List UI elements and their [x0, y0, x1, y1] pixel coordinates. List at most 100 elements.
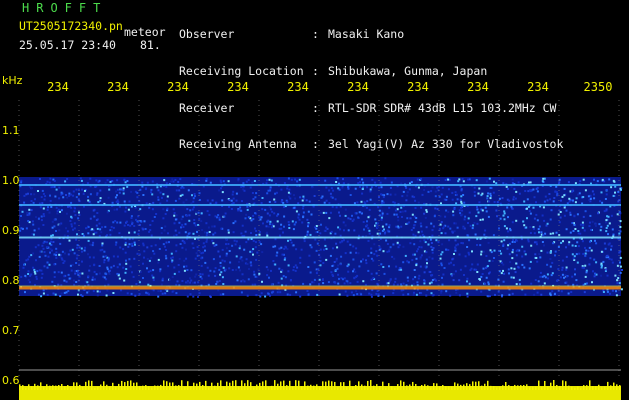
noise-speck [533, 217, 536, 220]
noise-speck [431, 248, 434, 251]
noise-speck [229, 261, 232, 264]
noise-speck [131, 271, 133, 274]
noise-speck [86, 291, 89, 294]
noise-speck [70, 201, 73, 204]
noise-speck [160, 227, 163, 229]
noise-speck [269, 189, 272, 192]
noise-speck [379, 232, 382, 235]
noise-speck [310, 213, 313, 216]
noise-speck [68, 194, 71, 197]
noise-speck [501, 197, 504, 200]
noise-speck [46, 208, 49, 211]
noise-speck [331, 205, 334, 208]
noise-speck [160, 232, 163, 235]
noise-speck [41, 189, 44, 192]
x-tick-label: 234 [47, 80, 69, 94]
noise-speck [406, 194, 409, 197]
noise-speck [200, 212, 203, 215]
noise-speck [420, 206, 423, 209]
noise-speck [616, 264, 619, 267]
noise-speck [411, 259, 414, 262]
noise-speck [440, 291, 443, 294]
noise-speck [20, 215, 22, 217]
y-tick-label: 0.8 [2, 274, 20, 287]
noise-speck [119, 221, 122, 224]
noise-speck [292, 244, 295, 247]
activity-spike [112, 382, 114, 390]
noise-speck [430, 222, 433, 225]
noise-speck [526, 217, 528, 220]
activity-spike [493, 386, 495, 390]
noise-speck [206, 210, 209, 213]
noise-speck [302, 211, 305, 214]
noise-speck [385, 239, 388, 242]
noise-speck [146, 181, 149, 184]
noise-speck [114, 196, 117, 199]
noise-speck [383, 272, 386, 275]
noise-speck [250, 219, 253, 222]
noise-speck [181, 280, 184, 282]
noise-speck [507, 244, 510, 247]
noise-speck [543, 244, 545, 247]
noise-speck [342, 221, 345, 224]
activity-spike [337, 387, 339, 390]
noise-speck [414, 220, 417, 223]
noise-speck [423, 212, 426, 215]
noise-speck [53, 276, 56, 278]
activity-spike [139, 385, 141, 390]
noise-speck [354, 271, 357, 273]
noise-speck [442, 227, 445, 230]
noise-speck [384, 177, 387, 180]
noise-speck [60, 209, 63, 212]
noise-speck [262, 222, 264, 225]
activity-spike [64, 386, 66, 390]
noise-speck [252, 248, 255, 251]
noise-speck [23, 201, 26, 204]
activity-spike [67, 385, 69, 390]
noise-speck [532, 206, 535, 209]
noise-speck [21, 210, 24, 213]
noise-speck [610, 214, 613, 217]
noise-speck [355, 275, 358, 278]
noise-speck [35, 259, 37, 262]
noise-speck [240, 185, 243, 188]
noise-speck [494, 293, 496, 296]
noise-speck [619, 271, 622, 274]
noise-speck [293, 194, 295, 197]
noise-speck [357, 252, 360, 255]
noise-speck [584, 210, 587, 213]
noise-speck [593, 178, 595, 181]
noise-speck [302, 197, 305, 200]
noise-speck [540, 249, 543, 252]
noise-speck [543, 200, 546, 203]
noise-speck [299, 295, 302, 298]
noise-speck [254, 196, 257, 199]
noise-speck [440, 262, 443, 265]
noise-speck [108, 269, 111, 272]
noise-speck [530, 282, 533, 285]
noise-speck [362, 280, 365, 283]
noise-speck [149, 224, 152, 226]
noise-speck [458, 209, 461, 212]
noise-speck [55, 188, 58, 191]
noise-speck [281, 253, 284, 256]
noise-speck [248, 268, 250, 270]
noise-speck [567, 292, 570, 295]
noise-speck [269, 208, 272, 211]
activity-spike [301, 386, 303, 390]
noise-speck [252, 239, 255, 242]
noise-speck [502, 214, 505, 217]
noise-speck [126, 292, 129, 295]
noise-speck [194, 257, 197, 260]
noise-speck [180, 226, 182, 229]
noise-speck [468, 239, 471, 242]
noise-speck [126, 180, 129, 182]
activity-spike [592, 386, 594, 390]
noise-speck [308, 200, 311, 203]
noise-speck [429, 271, 432, 273]
noise-speck [407, 279, 410, 282]
activity-spike [97, 386, 99, 390]
noise-speck [412, 283, 415, 286]
noise-speck [433, 215, 436, 218]
noise-speck [452, 210, 455, 213]
